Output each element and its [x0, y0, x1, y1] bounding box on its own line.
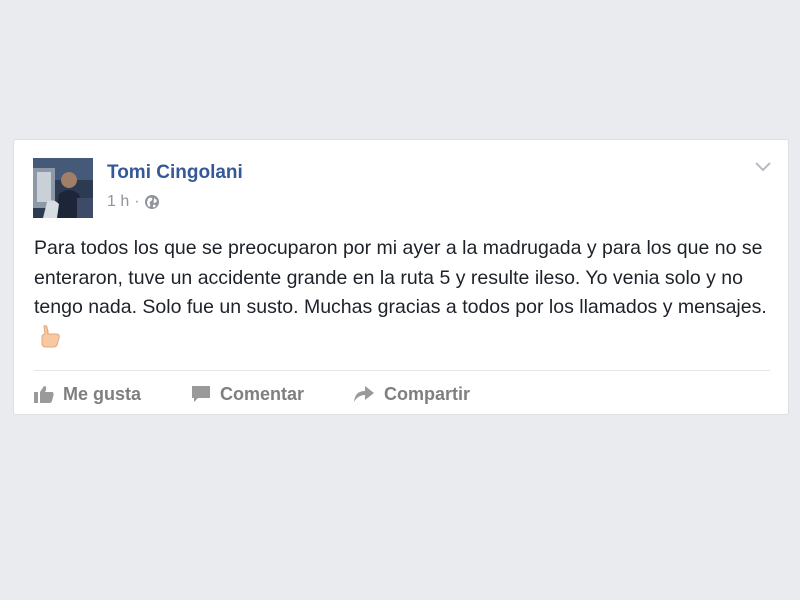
comment-button[interactable]: Comentar [191, 384, 304, 405]
share-arrow-icon [354, 386, 375, 402]
post-card: Tomi Cingolani 1 h · Para todos los que … [13, 139, 789, 415]
like-label: Me gusta [63, 383, 142, 404]
globe-icon[interactable] [144, 194, 160, 210]
meta-separator: · [134, 193, 140, 210]
post-body-text: Para todos los que se preocuparon por mi… [34, 237, 767, 318]
comment-icon [192, 386, 211, 402]
share-label: Compartir [384, 383, 471, 404]
like-button[interactable]: Me gusta [34, 384, 141, 405]
post-text: Para todos los que se preocuparon por mi… [34, 234, 769, 352]
action-divider [34, 370, 770, 371]
post-timestamp[interactable]: 1 h [107, 193, 129, 211]
post-actions-bar: Me gusta Comentar Compartir [34, 380, 470, 408]
thumbs-up-emoji-icon [38, 324, 62, 348]
comment-label: Comentar [220, 383, 305, 404]
thumbs-up-icon [34, 386, 54, 403]
post-meta: 1 h · [107, 193, 160, 211]
share-button[interactable]: Compartir [353, 384, 470, 405]
profile-avatar[interactable] [33, 158, 93, 218]
post-options-chevron-icon[interactable] [754, 160, 772, 174]
author-name-link[interactable]: Tomi Cingolani [107, 162, 243, 184]
avatar-photo [33, 158, 93, 218]
